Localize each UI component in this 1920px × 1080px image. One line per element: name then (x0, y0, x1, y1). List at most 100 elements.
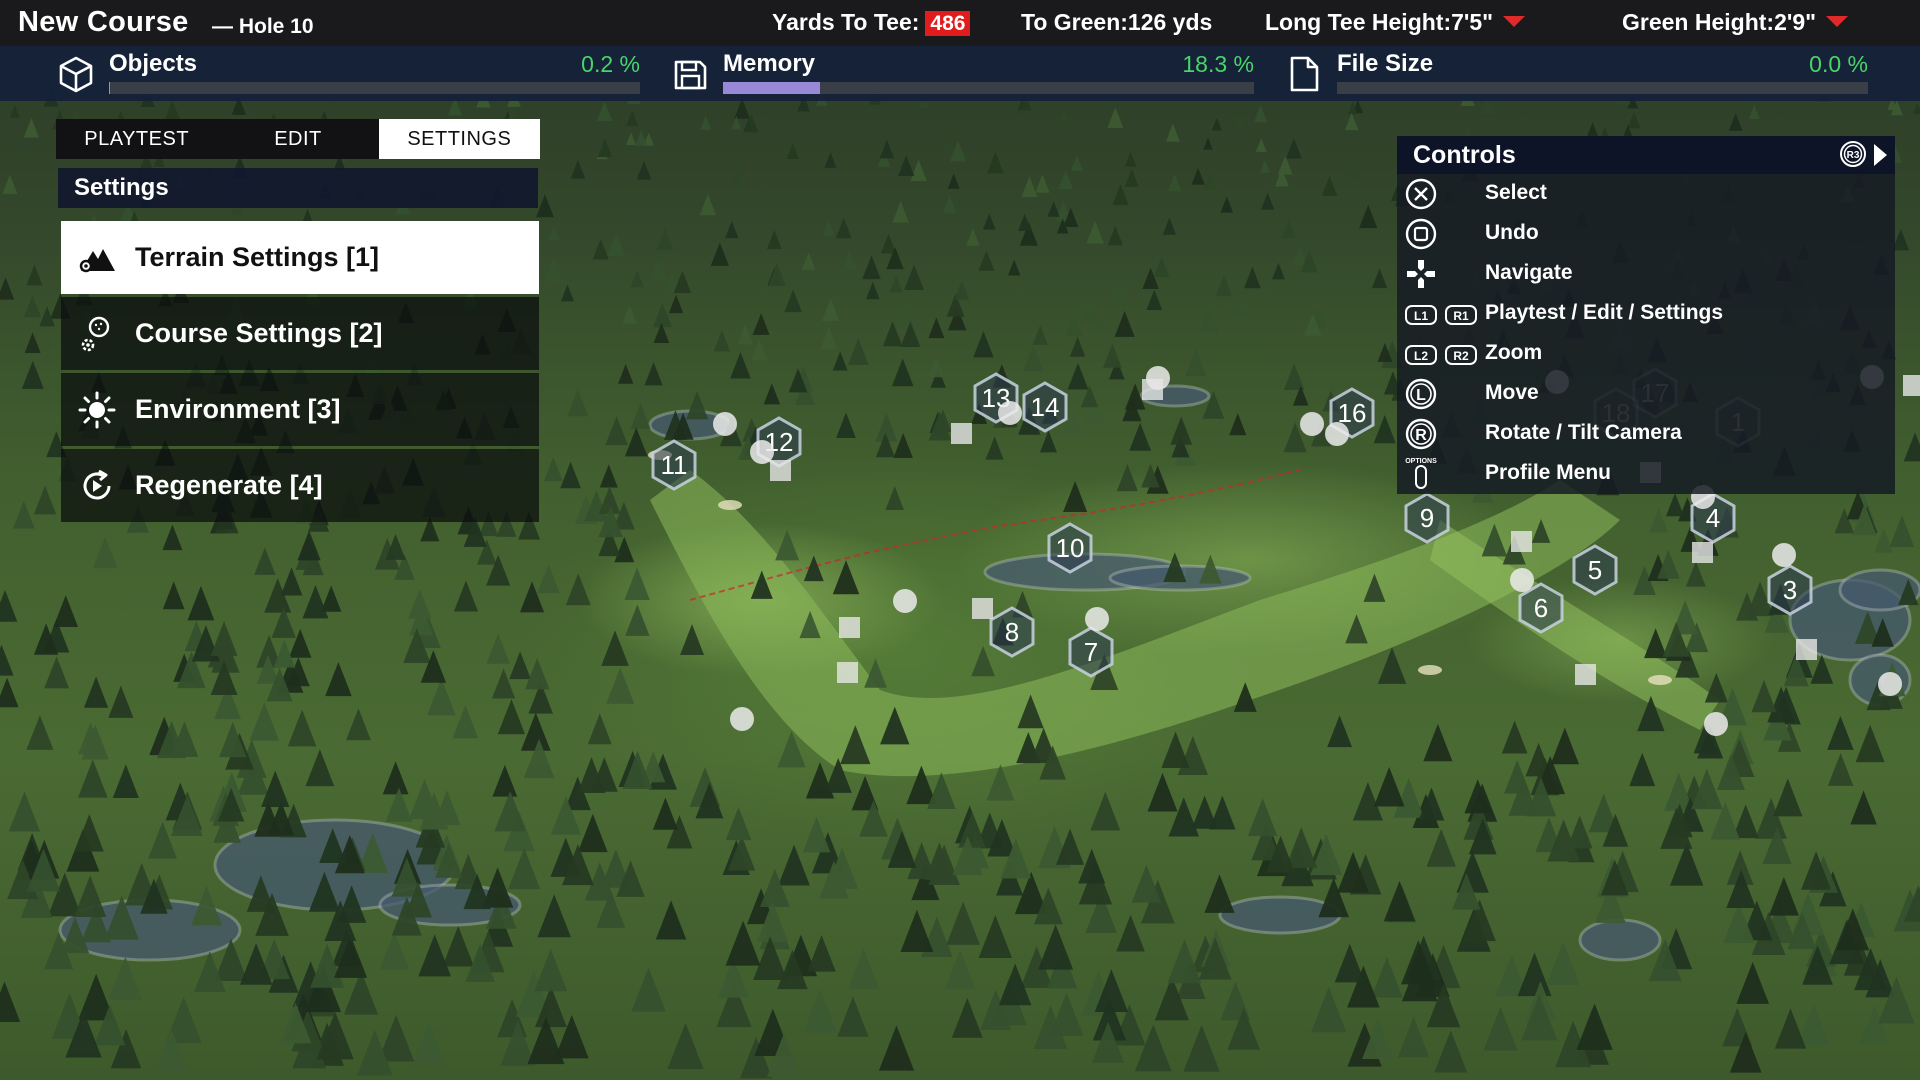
control-label: Undo (1485, 221, 1539, 244)
hole-marker-7[interactable]: 7 (1064, 625, 1118, 679)
objects-progress-bar (109, 82, 640, 94)
memory-value: 18.3 % (1182, 51, 1254, 77)
tee-marker[interactable] (839, 617, 860, 638)
pin-marker[interactable] (1325, 422, 1349, 446)
green-height-text: Green Height:2'9" (1622, 9, 1817, 35)
floppy-disk-icon (674, 60, 707, 90)
pin-marker[interactable] (713, 412, 737, 436)
control-row-select: Select (1397, 174, 1895, 214)
yards-to-tee: Yards To Tee: 486 (772, 9, 971, 36)
long-tee-height-text: Long Tee Height:7'5" (1265, 9, 1494, 35)
controls-panel: Controls R3 Select Undo Navigate L1 R1 P… (1397, 136, 1895, 494)
r3-button-icon[interactable]: R3 (1839, 140, 1867, 168)
r3-button-text: R3 (1847, 150, 1860, 161)
sun-icon (75, 388, 119, 432)
hole-marker-10[interactable]: 10 (1043, 521, 1097, 575)
mode-tabs: PLAYTEST EDIT SETTINGS (56, 119, 540, 159)
hole-marker-5[interactable]: 5 (1568, 543, 1622, 597)
file-size-label: File Size (1337, 50, 1434, 77)
top-info-bar: New Course — Hole 10 Yards To Tee: 486 To… (0, 0, 1920, 46)
dpad-icon (1407, 260, 1435, 288)
to-green-distance: To Green:126 yds (1021, 9, 1213, 35)
objects-value: 0.2 % (581, 51, 640, 77)
memory-label: Memory (723, 50, 816, 77)
hole-number: 14 (1030, 392, 1060, 422)
menu-item-label: Regenerate [4] (135, 470, 323, 500)
tee-marker[interactable] (837, 662, 858, 683)
pin-marker[interactable] (1878, 672, 1902, 696)
tee-marker[interactable] (1511, 531, 1532, 552)
right-stick-text: R (1415, 427, 1427, 444)
pin-marker[interactable] (1085, 607, 1109, 631)
file-size-metric: File Size 0.0 % (1284, 46, 1868, 101)
tab-playtest[interactable]: PLAYTEST (56, 119, 217, 159)
tee-marker[interactable] (1903, 375, 1920, 396)
current-hole: — Hole 10 (212, 15, 314, 38)
tee-marker[interactable] (972, 598, 993, 619)
memory-progress-bar (723, 82, 1254, 94)
menu-item-environment[interactable]: Environment [3] (61, 373, 539, 446)
right-stick-icon: R (1405, 418, 1437, 450)
file-icon (1290, 56, 1319, 92)
objects-label: Objects (109, 50, 198, 77)
tee-marker[interactable] (1575, 664, 1596, 685)
square-button-icon (1405, 218, 1437, 250)
dropdown-arrow-icon[interactable] (1503, 16, 1526, 27)
objects-progress-fill (109, 82, 111, 94)
memory-metric: Memory 18.3 % (670, 46, 1254, 101)
control-row-rotate-camera: R Rotate / Tilt Camera (1397, 414, 1895, 454)
hole-marker-14[interactable]: 14 (1018, 380, 1072, 434)
tee-marker[interactable] (1142, 379, 1163, 400)
hole-marker-3[interactable]: 3 (1763, 563, 1817, 617)
file-size-value: 0.0 % (1809, 51, 1868, 77)
pin-marker[interactable] (893, 589, 917, 613)
tee-marker[interactable] (1692, 542, 1713, 563)
tee-marker[interactable] (1796, 639, 1817, 660)
menu-item-label: Terrain Settings [1] (135, 242, 380, 272)
menu-item-course-settings[interactable]: Course Settings [2] (61, 297, 539, 370)
pin-marker[interactable] (1704, 712, 1728, 736)
control-row-navigate: Navigate (1397, 254, 1895, 294)
hole-marker-11[interactable]: 11 (647, 438, 701, 492)
menu-item-terrain-settings[interactable]: Terrain Settings [1] (61, 221, 539, 294)
settings-panel-title: Settings (58, 168, 538, 208)
yards-to-tee-value: 486 (925, 11, 971, 36)
hole-number: 10 (1055, 533, 1085, 563)
control-label: Profile Menu (1485, 461, 1612, 484)
r1-text: R1 (1453, 309, 1469, 323)
hole-marker-8[interactable]: 8 (985, 605, 1039, 659)
pin-marker[interactable] (1300, 412, 1324, 436)
controls-header[interactable]: Controls R3 (1397, 136, 1895, 174)
budget-metrics-bar: Objects 0.2 % Memory 18.3 % File Size 0.… (0, 46, 1920, 101)
cube-icon (59, 56, 93, 93)
control-label: Rotate / Tilt Camera (1485, 421, 1682, 444)
pin-marker[interactable] (730, 707, 754, 731)
options-button-text: OPTIONS (1405, 458, 1437, 465)
menu-item-label: Environment [3] (135, 394, 341, 424)
l1-text: L1 (1414, 309, 1428, 323)
hole-number: 7 (1083, 637, 1099, 667)
pin-marker[interactable] (1510, 568, 1534, 592)
file-size-progress-bar (1337, 82, 1868, 94)
left-stick-icon: L (1405, 378, 1437, 410)
objects-metric: Objects 0.2 % (56, 46, 640, 101)
tee-marker[interactable] (770, 460, 791, 481)
hole-marker-9[interactable]: 9 (1400, 491, 1454, 545)
hole-number: 5 (1587, 555, 1603, 585)
tab-settings[interactable]: SETTINGS (378, 119, 540, 159)
tab-edit[interactable]: EDIT (217, 119, 378, 159)
hole-number: 3 (1782, 575, 1798, 605)
hole-number: 8 (1004, 617, 1020, 647)
dropdown-arrow-icon[interactable] (1826, 16, 1849, 27)
shoulder-buttons-l1-r1-icon: L1 R1 (1405, 305, 1477, 325)
menu-item-regenerate[interactable]: Regenerate [4] (61, 449, 539, 522)
l2-text: L2 (1414, 349, 1428, 363)
tee-marker[interactable] (951, 423, 972, 444)
collapse-arrow-icon[interactable] (1874, 144, 1887, 166)
pin-marker[interactable] (998, 401, 1022, 425)
golf-settings-icon (75, 312, 119, 356)
options-button-icon: OPTIONS (1405, 458, 1437, 489)
control-row-undo: Undo (1397, 214, 1895, 254)
pin-marker[interactable] (1772, 543, 1796, 567)
control-label: Playtest / Edit / Settings (1485, 301, 1724, 324)
